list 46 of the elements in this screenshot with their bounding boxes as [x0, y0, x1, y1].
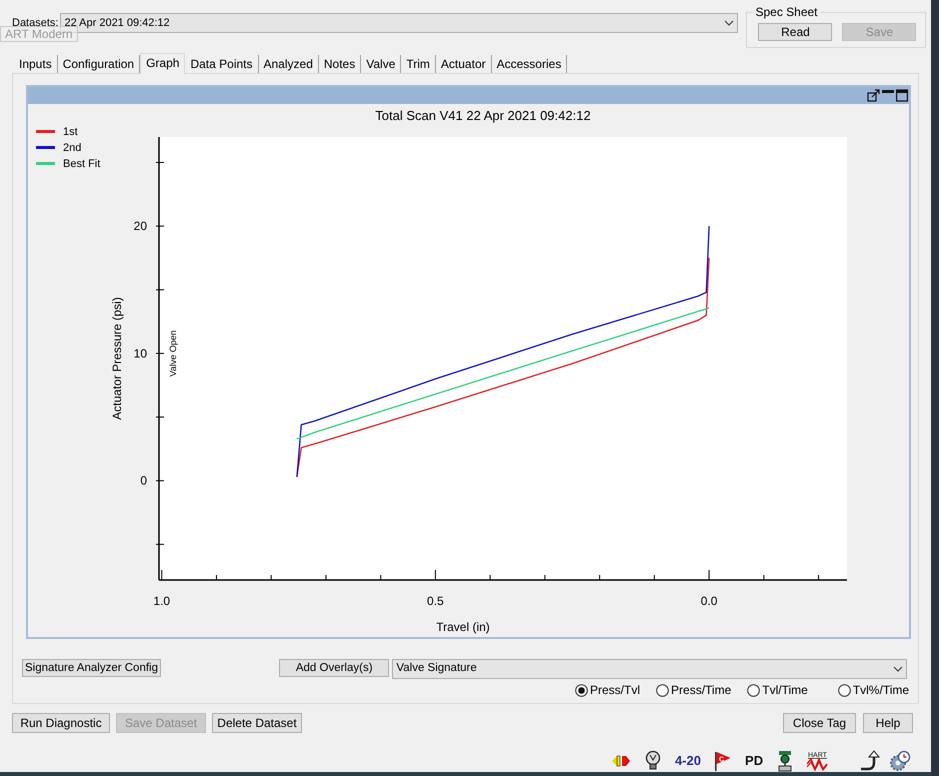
tick-label: 0.5 — [427, 594, 444, 608]
legend-label: Best Fit — [63, 158, 100, 170]
radio-button[interactable] — [575, 684, 588, 696]
axis-title: Actuator Pressure (psi) — [110, 297, 124, 420]
radio-button[interactable] — [656, 684, 670, 696]
radio-button[interactable] — [838, 684, 851, 696]
radio-label[interactable]: Tvl%/Time — [852, 681, 910, 699]
radio-button[interactable] — [747, 684, 760, 696]
status-indicator[interactable]: PD — [745, 750, 764, 772]
overlay-label: ART Modern — [0, 26, 78, 42]
legend-label: 1st — [63, 126, 78, 138]
radio-label[interactable]: Press/Time — [671, 681, 732, 699]
axis-title: Travel (in) — [436, 620, 490, 634]
gear-clock-icon[interactable] — [889, 750, 911, 772]
chevron-icon — [724, 20, 734, 26]
tab[interactable]: Accessories — [492, 55, 568, 73]
add-overlay-button[interactable]: Add Overlay(s) — [279, 659, 390, 677]
tick-label: 10 — [134, 346, 147, 360]
plot-type-dropdown[interactable]: Valve Signature — [392, 659, 908, 679]
tab[interactable]: Analyzed — [258, 55, 319, 73]
status-indicator[interactable]: 4-20 — [675, 750, 702, 772]
group-title: Spec Sheet — [753, 6, 820, 18]
tick-label: 0.0 — [700, 594, 718, 608]
spec-sheet-button[interactable]: Read — [758, 23, 832, 41]
tab[interactable]: Configuration — [58, 55, 140, 73]
popout-icon[interactable] — [867, 89, 880, 102]
datasets-label: Datasets: — [12, 16, 58, 29]
action-button[interactable]: Delete Dataset — [212, 713, 302, 733]
tick-label: 20 — [134, 219, 147, 234]
maximize-icon[interactable] — [896, 89, 908, 102]
tick-label: 0 — [140, 474, 147, 488]
lightbulb-icon[interactable] — [643, 750, 663, 772]
legend-label: 2nd — [63, 142, 82, 154]
action-button[interactable]: Run Diagnostic — [12, 713, 110, 733]
signature-config-button[interactable]: Signature Analyzer Config — [22, 659, 161, 677]
tick-label: 1.0 — [153, 594, 170, 608]
chevron-icon — [893, 666, 904, 672]
radio-label[interactable]: Tvl/Time — [762, 681, 808, 699]
chart-annotation: Valve Open — [168, 330, 178, 377]
curved-arrow-icon[interactable] — [859, 750, 881, 772]
datasets-dropdown[interactable]: 22 Apr 2021 09:42:12 — [60, 13, 738, 33]
action-button[interactable]: Close Tag — [783, 713, 856, 733]
radio-label[interactable]: Press/Tvl — [590, 681, 640, 699]
action-button[interactable]: Help — [863, 713, 913, 733]
chart-title: Total Scan V41 22 Apr 2021 09:42:12 — [375, 108, 591, 123]
tab[interactable]: Graph — [140, 53, 186, 74]
